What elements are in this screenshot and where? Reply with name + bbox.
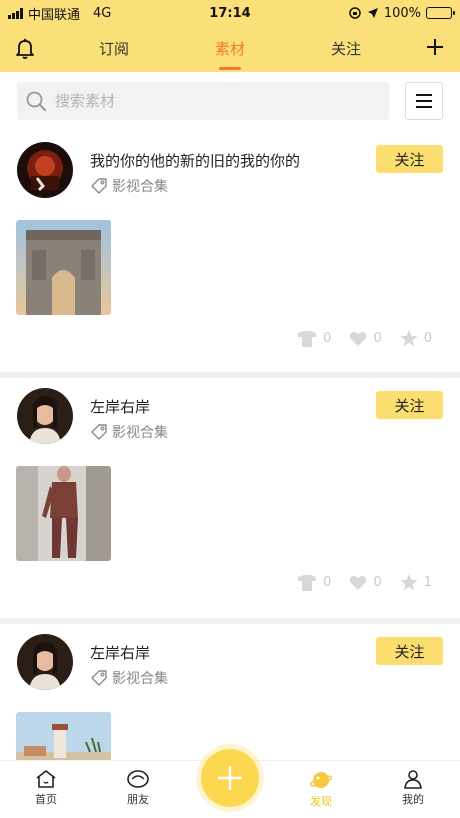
menu-button[interactable] [405, 82, 443, 120]
search-icon [26, 91, 46, 111]
tab-subscribe[interactable]: 订阅 [84, 38, 144, 59]
heart-icon [350, 331, 367, 346]
user-icon [404, 770, 422, 789]
post-card: 我的你的他的新的旧的我的你的 影视合集 关注 0 0 0 [0, 128, 460, 372]
nav-me[interactable]: 我的 [383, 769, 443, 807]
search-row [0, 82, 460, 122]
plus-icon [218, 766, 242, 790]
create-post-button[interactable] [201, 749, 259, 807]
search-box[interactable] [17, 82, 389, 120]
planet-icon [310, 772, 332, 788]
bell-icon[interactable] [13, 36, 37, 60]
status-right: 100% [348, 5, 455, 21]
like-stat[interactable]: 0 [349, 331, 382, 347]
tab-follow[interactable]: 关注 [316, 38, 376, 59]
tag-row[interactable]: 影视合集 [90, 422, 168, 442]
heart-icon [350, 575, 367, 590]
like-stat[interactable]: 0 [349, 575, 382, 591]
favorite-stat[interactable]: 1 [400, 574, 432, 591]
location-icon [367, 8, 378, 18]
rotation-lock-icon [349, 7, 361, 19]
post-stats: 0 0 1 [297, 574, 432, 591]
star-icon [400, 330, 418, 347]
tab-material[interactable]: 素材 [200, 38, 260, 70]
tag-row[interactable]: 影视合集 [90, 176, 168, 196]
author-name[interactable]: 我的你的他的新的旧的我的你的 [90, 150, 300, 171]
tag-label: 影视合集 [112, 671, 168, 687]
friends-icon [127, 770, 149, 788]
follow-button[interactable]: 关注 [376, 145, 443, 173]
nav-friends[interactable]: 朋友 [108, 769, 168, 807]
post-card: 左岸右岸 影视合集 关注 [0, 624, 460, 760]
post-card: 左岸右岸 影视合集 关注 0 0 1 [0, 378, 460, 618]
tag-icon [91, 670, 107, 686]
home-icon [36, 770, 56, 788]
status-bar: 中国联通 4G 17:14 100% [0, 0, 460, 26]
tag-icon [91, 178, 107, 194]
share-stat[interactable]: 0 [297, 574, 331, 591]
avatar[interactable] [17, 634, 73, 690]
top-nav: 订阅 素材 关注 [0, 26, 460, 72]
menu-icon [416, 94, 432, 108]
author-name[interactable]: 左岸右岸 [90, 642, 150, 663]
nav-discover[interactable]: 发现 [291, 769, 351, 809]
post-image[interactable] [16, 712, 111, 760]
plus-icon[interactable] [424, 36, 446, 58]
follow-button[interactable]: 关注 [376, 637, 443, 665]
post-image[interactable] [16, 220, 111, 315]
favorite-stat[interactable]: 0 [400, 330, 432, 347]
battery-percent: 100% [383, 5, 421, 21]
battery-icon [426, 7, 455, 19]
post-image[interactable] [16, 466, 111, 561]
tag-icon [91, 424, 107, 440]
tag-label: 影视合集 [112, 179, 168, 195]
avatar[interactable] [17, 388, 73, 444]
post-stats: 0 0 0 [297, 330, 432, 347]
shirt-icon [298, 574, 317, 591]
author-name[interactable]: 左岸右岸 [90, 396, 150, 417]
nav-home[interactable]: 首页 [16, 769, 76, 807]
tag-label: 影视合集 [112, 425, 168, 441]
share-stat[interactable]: 0 [297, 330, 331, 347]
shirt-icon [298, 330, 317, 347]
active-tab-indicator [219, 67, 241, 70]
star-icon [400, 574, 418, 591]
tag-row[interactable]: 影视合集 [90, 668, 168, 688]
avatar[interactable] [17, 142, 73, 198]
follow-button[interactable]: 关注 [376, 391, 443, 419]
search-input[interactable] [55, 92, 355, 110]
